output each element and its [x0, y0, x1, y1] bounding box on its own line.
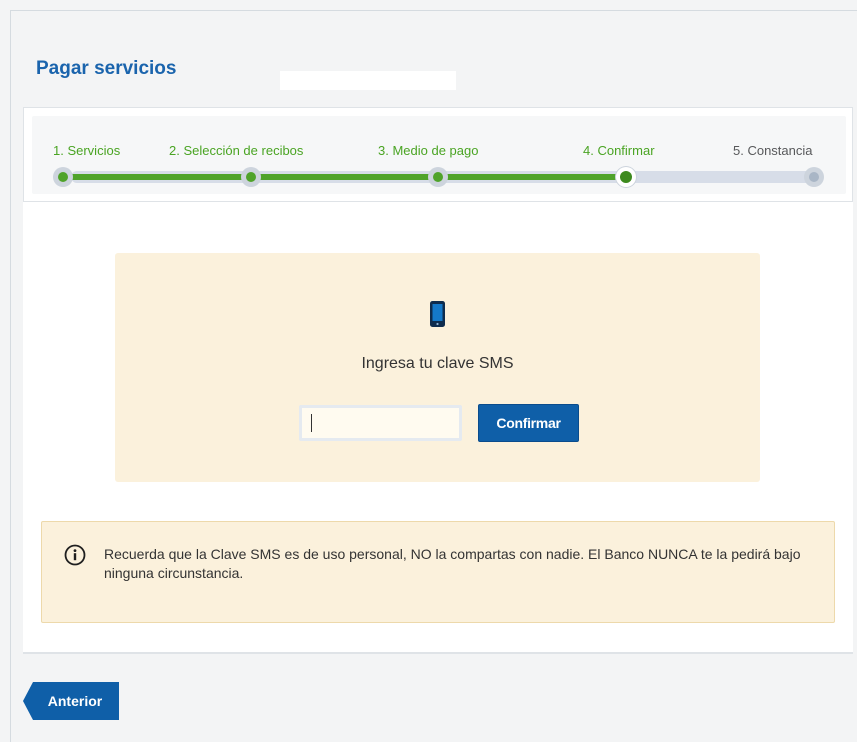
back-button[interactable]: Anterior	[23, 682, 119, 720]
page-title: Pagar servicios	[36, 58, 177, 79]
stepper-bar: 1. Servicios 2. Selección de recibos 3. …	[32, 116, 846, 194]
mobile-phone-icon	[430, 301, 445, 327]
step-dot-medio-de-pago	[428, 167, 448, 187]
content-card: 1. Servicios 2. Selección de recibos 3. …	[23, 107, 853, 654]
step-servicios: 1. Servicios	[53, 143, 121, 158]
step-dot-servicios	[53, 167, 73, 187]
step-seleccion-recibos: 2. Selección de recibos	[169, 143, 304, 158]
step-constancia: 5. Constancia	[733, 143, 813, 158]
step-dot-seleccion-recibos	[241, 167, 261, 187]
sms-panel: Ingresa tu clave SMS Confirmar	[115, 253, 760, 482]
step-confirmar: 4. Confirmar	[583, 143, 655, 158]
step-dot-confirmar	[616, 167, 636, 187]
progress-fill	[71, 174, 634, 180]
text-caret	[311, 414, 312, 432]
step-medio-de-pago: 3. Medio de pago	[378, 143, 479, 158]
info-circle-icon	[64, 544, 86, 566]
security-notice: Recuerda que la Clave SMS es de uso pers…	[41, 521, 835, 623]
redacted-field	[280, 71, 456, 90]
sms-prompt-label: Ingresa tu clave SMS	[361, 355, 514, 372]
step-dot-constancia	[804, 167, 824, 187]
sms-code-input[interactable]	[299, 405, 462, 441]
confirm-button[interactable]: Confirmar	[478, 404, 579, 442]
progress-stepper: 1. Servicios 2. Selección de recibos 3. …	[23, 108, 853, 202]
notice-text: Recuerda que la Clave SMS es de uso pers…	[104, 546, 801, 581]
